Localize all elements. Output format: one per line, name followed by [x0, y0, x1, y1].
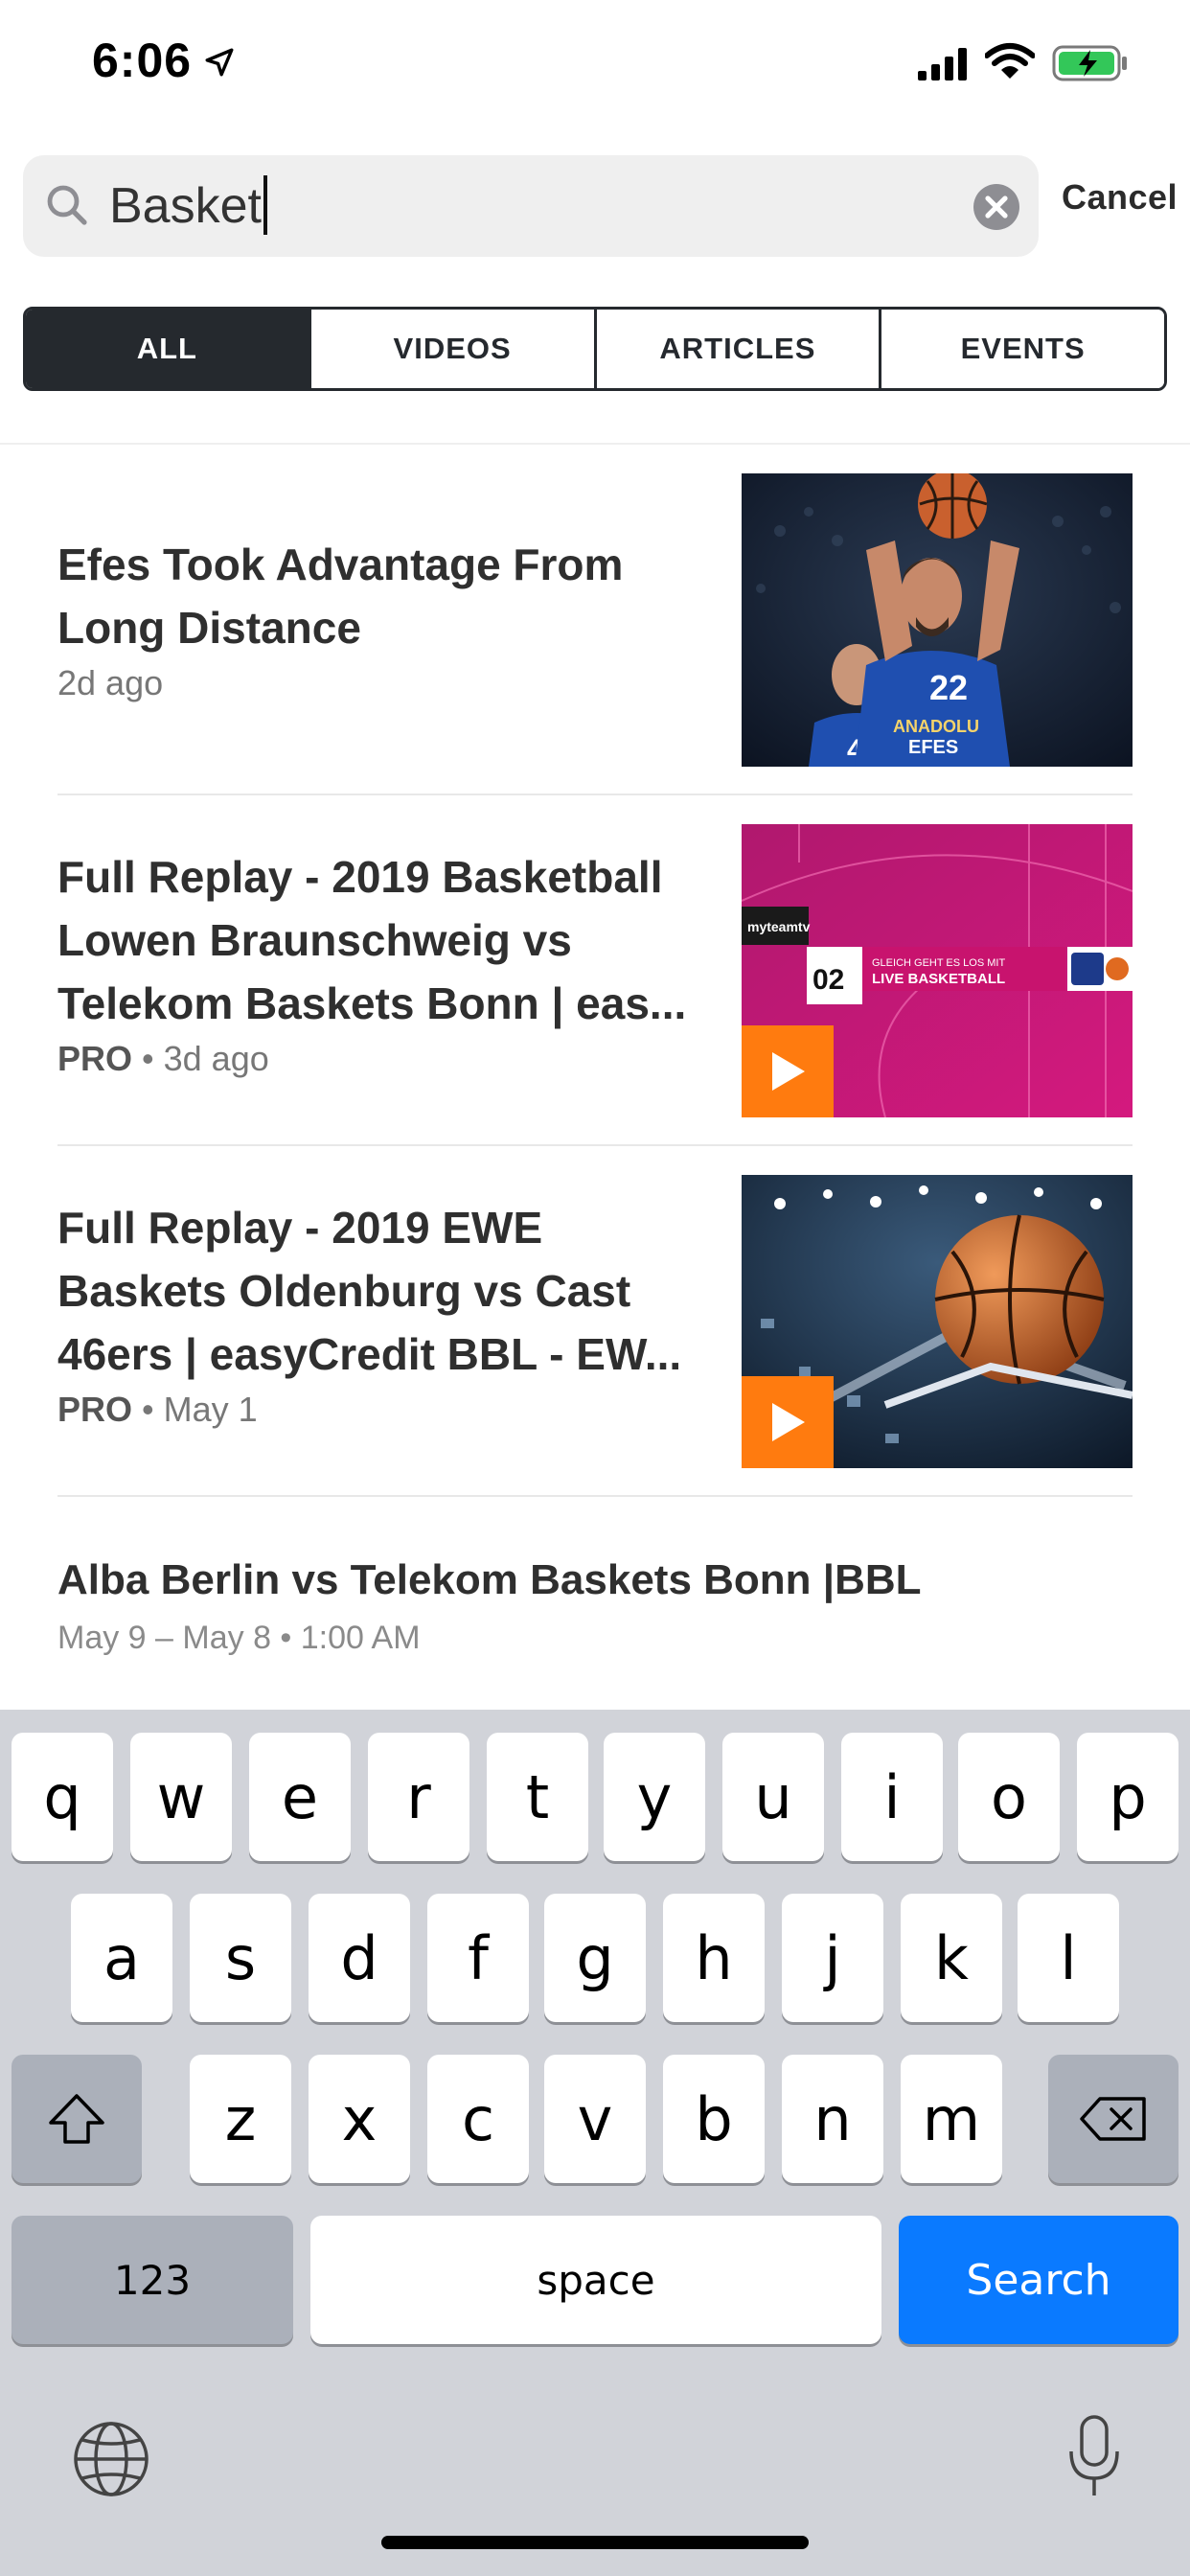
globe-icon[interactable] — [71, 2419, 151, 2499]
text-caret — [263, 175, 267, 236]
key-o[interactable]: o — [958, 1733, 1060, 1861]
divider — [57, 794, 1133, 795]
key-z[interactable]: z — [190, 2055, 291, 2183]
result-text: Full Replay - 2019 Basketball Lowen Brau… — [57, 845, 699, 1079]
status-time: 6:06 — [92, 34, 193, 87]
key-d[interactable]: d — [309, 1894, 410, 2022]
key-t[interactable]: t — [487, 1733, 588, 1861]
result-thumbnail: 4 22 ANADOLU EFES — [742, 473, 1133, 767]
play-icon — [772, 1052, 805, 1091]
search-icon — [47, 185, 87, 225]
search-query-text: Basket — [109, 178, 262, 234]
keyboard: q w e r t y u i o p a s d f g h j k l z … — [0, 1710, 1190, 2576]
result-thumbnail: myteamtv 02 GLEICH GEHT ES LOS MIT LIVE … — [742, 824, 1133, 1117]
result-title: Efes Took Advantage From Long Distance — [57, 540, 624, 653]
battery-charging-icon — [1052, 45, 1127, 81]
search-input[interactable]: Basket — [109, 155, 267, 257]
banner-text: GLEICH GEHT ES LOS MIT — [872, 957, 1005, 969]
result-meta: PRO • May 1 — [57, 1390, 258, 1429]
key-b[interactable]: b — [663, 2055, 765, 2183]
play-icon — [772, 1403, 805, 1441]
result-title: Full Replay - 2019 EWE Baskets Oldenburg… — [57, 1203, 682, 1379]
svg-text:ANADOLU: ANADOLU — [893, 717, 979, 736]
result-thumbnail — [742, 1175, 1133, 1468]
key-j[interactable]: j — [782, 1894, 883, 2022]
numbers-key[interactable]: 123 — [11, 2216, 293, 2344]
key-w[interactable]: w — [130, 1733, 232, 1861]
key-p[interactable]: p — [1077, 1733, 1179, 1861]
banner-subtext: LIVE BASKETBALL — [872, 971, 1005, 987]
key-k[interactable]: k — [901, 1894, 1002, 2022]
score-text: 02 — [812, 964, 844, 996]
mytv-logo-text: myteamtv — [747, 919, 811, 934]
result-time: 3d ago — [163, 1039, 269, 1078]
key-l[interactable]: l — [1018, 1894, 1119, 2022]
home-indicator — [381, 2536, 809, 2549]
pro-label: PRO — [57, 1039, 133, 1078]
cancel-button[interactable]: Cancel — [1062, 177, 1178, 218]
key-c[interactable]: c — [427, 2055, 529, 2183]
shift-icon — [49, 2094, 104, 2144]
tab-all[interactable]: ALL — [26, 310, 311, 388]
result-text: Efes Took Advantage From Long Distance 2… — [57, 533, 699, 703]
key-y[interactable]: y — [604, 1733, 705, 1861]
result-text: Full Replay - 2019 EWE Baskets Oldenburg… — [57, 1196, 699, 1430]
key-q[interactable]: q — [11, 1733, 113, 1861]
result-meta: 2d ago — [57, 663, 699, 703]
search-key[interactable]: Search — [899, 2216, 1179, 2344]
key-s[interactable]: s — [190, 1894, 291, 2022]
key-i[interactable]: i — [841, 1733, 943, 1861]
result-time: May 1 — [163, 1390, 258, 1429]
pro-label: PRO — [57, 1390, 133, 1429]
key-u[interactable]: u — [722, 1733, 824, 1861]
result-time: 2d ago — [57, 663, 164, 702]
delete-key[interactable] — [1048, 2055, 1179, 2183]
key-m[interactable]: m — [901, 2055, 1002, 2183]
filter-tabs: ALL VIDEOS ARTICLES EVENTS — [23, 307, 1167, 391]
key-g[interactable]: g — [544, 1894, 646, 2022]
shift-key[interactable] — [11, 2055, 142, 2183]
key-v[interactable]: v — [544, 2055, 646, 2183]
svg-text:EFES: EFES — [908, 737, 958, 758]
play-button[interactable] — [742, 1376, 834, 1468]
microphone-icon[interactable] — [1065, 2413, 1123, 2501]
divider — [57, 1495, 1133, 1497]
event-meta: May 9 – May 8 • 1:00 AM — [57, 1620, 421, 1656]
result-title: Full Replay - 2019 Basketball Lowen Brau… — [57, 852, 687, 1028]
key-e[interactable]: e — [249, 1733, 351, 1861]
result-item[interactable]: Full Replay - 2019 Basketball Lowen Brau… — [57, 824, 1133, 1117]
divider — [57, 1144, 1133, 1146]
tab-articles[interactable]: ARTICLES — [596, 310, 882, 388]
key-h[interactable]: h — [663, 1894, 765, 2022]
tab-videos[interactable]: VIDEOS — [310, 310, 597, 388]
result-item[interactable]: Efes Took Advantage From Long Distance 2… — [57, 473, 1133, 767]
backspace-icon — [1080, 2097, 1146, 2141]
key-n[interactable]: n — [782, 2055, 883, 2183]
search-field[interactable]: Basket — [23, 155, 1039, 257]
result-meta: PRO • 3d ago — [57, 1039, 269, 1078]
status-bar: 6:06 — [0, 0, 1190, 125]
play-button[interactable] — [742, 1025, 834, 1117]
wifi-icon — [985, 43, 1035, 79]
key-r[interactable]: r — [368, 1733, 469, 1861]
key-f[interactable]: f — [427, 1894, 529, 2022]
event-title[interactable]: Alba Berlin vs Telekom Baskets Bonn |BBL — [57, 1556, 922, 1604]
divider — [0, 443, 1190, 445]
svg-text:22: 22 — [929, 668, 968, 707]
clear-search-icon[interactable] — [973, 184, 1019, 230]
basketball-player-image: 4 22 ANADOLU EFES — [742, 473, 1133, 767]
location-arrow-icon — [205, 48, 234, 77]
result-item[interactable]: Full Replay - 2019 EWE Baskets Oldenburg… — [57, 1175, 1133, 1468]
key-x[interactable]: x — [309, 2055, 410, 2183]
space-key[interactable]: space — [310, 2216, 881, 2344]
tab-events[interactable]: EVENTS — [881, 310, 1164, 388]
key-a[interactable]: a — [71, 1894, 172, 2022]
cellular-signal-icon — [918, 48, 967, 80]
